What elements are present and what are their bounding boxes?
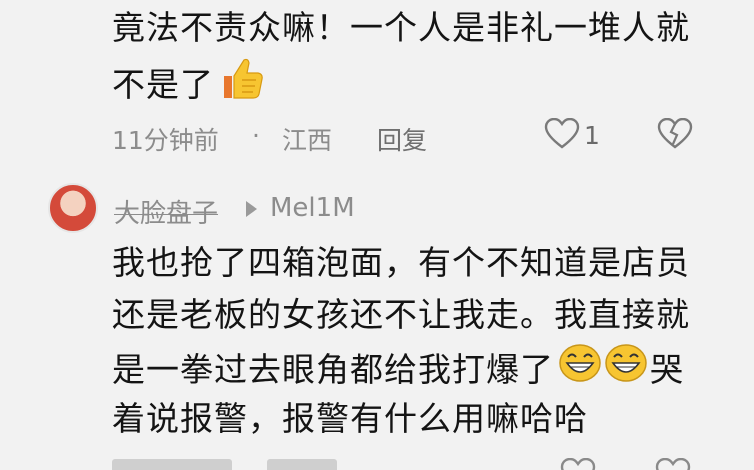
broken-heart-icon (657, 117, 693, 154)
grinning-face-icon (558, 343, 602, 396)
like-button[interactable] (542, 117, 582, 154)
comment-location: 江西 (282, 126, 333, 155)
reply-text-line3-suffix: 哭 (650, 349, 684, 389)
reply-text-line3: 是一拳过去眼角都给我打爆了 (112, 349, 554, 389)
comment-text-line1: 竟法不责众嘛！一个人是非礼一堆人就 (112, 8, 690, 47)
comment-text-line2-row: 不是了 (112, 56, 264, 113)
reply-text-line4: 着说报警，报警有什么用嘛哈哈 (112, 399, 588, 438)
grinning-face-icon (604, 343, 648, 396)
reply-button[interactable]: 回复 (377, 121, 427, 157)
reply-text-line1: 我也抢了四箱泡面，有个不知道是店员 (112, 243, 690, 282)
broken-heart-icon[interactable] (655, 458, 695, 470)
like-count: 1 (584, 121, 600, 150)
reply-arrow-icon (244, 200, 258, 222)
reply-username[interactable]: 大脸盘子 (114, 193, 218, 230)
reply-text-line2: 还是老板的女孩还不让我走。我直接就 (112, 295, 690, 334)
dislike-button[interactable] (655, 117, 695, 154)
comment-text-line2: 不是了 (112, 64, 214, 104)
comment-time: 11分钟前 (112, 126, 219, 155)
reply-to-username[interactable]: Mel1M (270, 193, 355, 223)
thumbs-up-icon (218, 56, 264, 113)
reply-meta-partial (112, 458, 412, 470)
meta-dot: · (252, 121, 260, 150)
avatar[interactable] (48, 183, 98, 233)
reply-text-line3-row: 是一拳过去眼角都给我打爆了 哭 (112, 343, 684, 396)
heart-icon[interactable] (560, 458, 600, 470)
heart-icon (544, 117, 580, 154)
